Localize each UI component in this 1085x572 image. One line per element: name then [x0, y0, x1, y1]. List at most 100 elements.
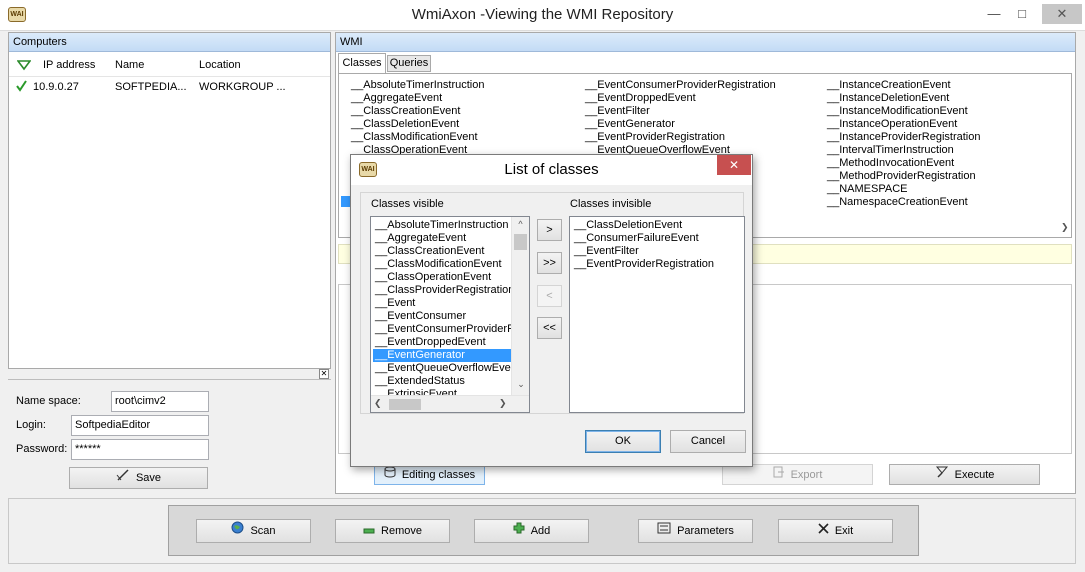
list-item[interactable]: __ClassModificationEvent [373, 258, 511, 271]
login-field[interactable]: SoftpediaEditor [71, 415, 209, 436]
tab-classes[interactable]: Classes [338, 53, 386, 73]
list-item[interactable]: __AggregateEvent [373, 232, 511, 245]
list-item[interactable]: __ConsumerFailureEvent [572, 232, 742, 245]
class-item[interactable]: __EventProviderRegistration [585, 131, 725, 144]
class-item[interactable]: __ClassCreationEvent [351, 105, 460, 118]
list-item[interactable]: __EventConsumer [373, 310, 511, 323]
hscroll-thumb[interactable] [389, 399, 421, 410]
move-left-button[interactable]: < [537, 285, 562, 307]
list-item[interactable]: __ClassDeletionEvent [572, 219, 742, 232]
parameters-icon [657, 520, 671, 542]
class-item[interactable]: __EventGenerator [585, 118, 675, 131]
editing-classes-label: Editing classes [401, 469, 476, 481]
scroll-right-icon[interactable]: ❯ [499, 398, 507, 409]
close-icon[interactable]: ✕ [319, 369, 329, 379]
list-item[interactable]: __EventDroppedEvent [373, 336, 511, 349]
editing-classes-button[interactable]: Editing classes [374, 464, 485, 485]
scan-button[interactable]: Scan [196, 519, 311, 543]
execute-button[interactable]: Execute [889, 464, 1040, 485]
class-item[interactable]: __ClassDeletionEvent [351, 118, 459, 131]
scroll-up-icon[interactable]: ^ [512, 219, 529, 229]
parameters-button[interactable]: Parameters [638, 519, 753, 543]
scroll-left-icon[interactable]: ❮ [374, 398, 382, 409]
table-row[interactable]: 10.9.0.27 SOFTPEDIA... WORKGROUP ... [9, 79, 330, 97]
class-item[interactable]: __NamespaceCreationEvent [827, 196, 968, 209]
class-item[interactable]: __EventFilter [585, 105, 650, 118]
class-item[interactable]: __MethodInvocationEvent [827, 157, 954, 170]
minimize-icon[interactable]: — [979, 4, 1009, 24]
execute-label: Execute [954, 469, 995, 481]
class-item[interactable]: __InstanceProviderRegistration [827, 131, 980, 144]
password-label: Password: [16, 443, 68, 455]
list-item[interactable]: __AbsoluteTimerInstruction [373, 219, 511, 232]
vertical-scrollbar[interactable]: ^ ⌄ [511, 217, 529, 395]
scroll-right-icon[interactable]: ❯ [1061, 222, 1071, 234]
plus-icon [513, 520, 525, 542]
move-all-right-button[interactable]: >> [537, 252, 562, 274]
splitter[interactable]: ✕ [8, 369, 331, 380]
list-item[interactable]: __Event [373, 297, 511, 310]
exit-button[interactable]: Exit [778, 519, 893, 543]
maximize-icon[interactable]: □ [1007, 4, 1037, 24]
classes-visible-label: Classes visible [371, 198, 444, 210]
list-of-classes-dialog: WAI List of classes ✕ Classes visible Cl… [350, 154, 753, 467]
class-item[interactable]: __ClassModificationEvent [351, 131, 478, 144]
horizontal-scrollbar[interactable]: ❮ ❯ [371, 395, 529, 412]
filter-icon[interactable] [16, 58, 32, 72]
dialog-title: List of classes [504, 161, 599, 178]
class-item[interactable]: __InstanceDeletionEvent [827, 92, 949, 105]
namespace-label: Name space: [16, 395, 81, 407]
cancel-button[interactable]: Cancel [670, 430, 746, 453]
globe-icon [231, 520, 244, 542]
remove-button[interactable]: Remove [335, 519, 450, 543]
class-item[interactable]: __MethodProviderRegistration [827, 170, 976, 183]
add-button[interactable]: Add [474, 519, 589, 543]
export-button[interactable]: Export [722, 464, 873, 485]
list-item[interactable]: __EventGenerator [373, 349, 511, 362]
ok-button[interactable]: OK [585, 430, 661, 453]
add-label: Add [530, 525, 551, 537]
class-item[interactable]: __IntervalTimerInstruction [827, 144, 954, 157]
list-item[interactable]: __ExtendedStatus [373, 375, 511, 388]
classes-invisible-list[interactable]: __ClassDeletionEvent __ConsumerFailureEve… [569, 216, 745, 413]
wmi-header: WMI [336, 33, 1075, 52]
scan-label: Scan [250, 525, 276, 537]
list-item[interactable]: __ClassProviderRegistration [373, 284, 514, 297]
class-item[interactable]: __EventDroppedEvent [585, 92, 696, 105]
tab-queries[interactable]: Queries [387, 55, 431, 72]
column-location[interactable]: Location [199, 55, 241, 75]
class-item[interactable]: __InstanceCreationEvent [827, 79, 951, 92]
dialog-close-icon[interactable]: ✕ [717, 155, 751, 175]
classes-invisible-label: Classes invisible [570, 198, 652, 210]
login-label: Login: [16, 419, 46, 431]
class-item[interactable]: __AggregateEvent [351, 92, 442, 105]
class-item[interactable]: __InstanceOperationEvent [827, 118, 957, 131]
title-bar: WAI WmiAxon -Viewing the WMI Repository … [0, 0, 1085, 31]
list-item[interactable]: __ClassOperationEvent [373, 271, 511, 284]
class-item[interactable]: __NAMESPACE [827, 183, 908, 196]
close-icon[interactable]: ✕ [1042, 4, 1082, 24]
window-title: WmiAxon -Viewing the WMI Repository [411, 6, 674, 23]
column-name[interactable]: Name [115, 55, 144, 75]
dialog-title-bar: WAI List of classes ✕ [351, 155, 752, 185]
class-item[interactable]: __EventConsumerProviderRegistration [585, 79, 776, 92]
classes-visible-list[interactable]: __AbsoluteTimerInstruction __AggregateEve… [370, 216, 530, 413]
class-item[interactable]: __InstanceModificationEvent [827, 105, 968, 118]
list-item[interactable]: __ClassCreationEvent [373, 245, 511, 258]
password-field[interactable]: ****** [71, 439, 209, 460]
move-right-button[interactable]: > [537, 219, 562, 241]
save-button[interactable]: Save [69, 467, 208, 489]
row-ip: 10.9.0.27 [33, 81, 79, 93]
class-item[interactable]: __AbsoluteTimerInstruction [351, 79, 485, 92]
list-item[interactable]: __EventFilter [572, 245, 742, 258]
column-ip[interactable]: IP address [43, 55, 95, 75]
scroll-thumb[interactable] [514, 234, 527, 250]
scroll-down-icon[interactable]: ⌄ [514, 379, 528, 390]
computers-panel: Computers IP address Name Location 10.9.… [8, 32, 331, 369]
execute-icon [935, 465, 949, 485]
move-all-left-button[interactable]: << [537, 317, 562, 339]
list-item[interactable]: __EventQueueOverflowEven [373, 362, 517, 375]
namespace-field[interactable]: root\cimv2 [111, 391, 209, 412]
list-item[interactable]: __EventProviderRegistration [572, 258, 742, 271]
list-item[interactable]: __EventConsumerProviderRe [373, 323, 521, 336]
